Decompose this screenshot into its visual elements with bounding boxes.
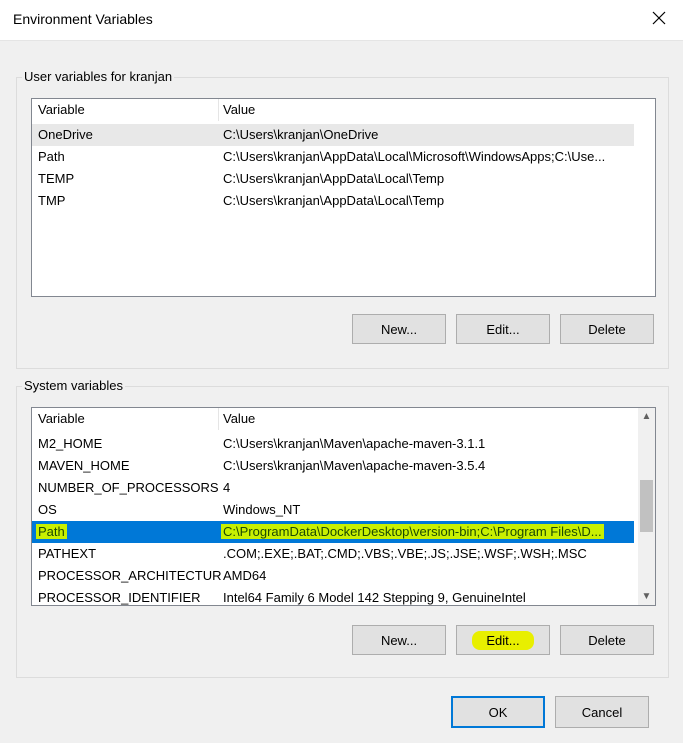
dialog-body: User variables for kranjan Variable Valu… — [0, 40, 683, 743]
header-variable[interactable]: Variable — [38, 411, 85, 426]
system-delete-button[interactable]: Delete — [560, 625, 654, 655]
table-row[interactable]: NUMBER_OF_PROCESSORS 4 — [32, 477, 634, 499]
scroll-down-icon[interactable]: ▼ — [638, 588, 655, 605]
variable-name: PROCESSOR_ARCHITECTURE — [38, 568, 222, 583]
variable-value: C:\Users\kranjan\AppData\Local\Temp — [223, 171, 445, 186]
variable-name: OneDrive — [38, 127, 93, 142]
table-row[interactable]: PATHEXT .COM;.EXE;.BAT;.CMD;.VBS;.VBE;.J… — [32, 543, 634, 565]
ok-button[interactable]: OK — [451, 696, 545, 728]
table-row[interactable]: TEMP C:\Users\kranjan\AppData\Local\Temp — [32, 168, 634, 190]
column-divider[interactable] — [218, 99, 219, 121]
title-bar: Environment Variables — [0, 0, 683, 40]
user-edit-button[interactable]: Edit... — [456, 314, 550, 344]
variable-value: C:\Users\kranjan\Maven\apache-maven-3.1.… — [223, 436, 486, 451]
variable-value: C:\Users\kranjan\OneDrive — [223, 127, 379, 142]
user-delete-button[interactable]: Delete — [560, 314, 654, 344]
user-variables-label: User variables for kranjan — [22, 69, 175, 84]
close-icon[interactable] — [649, 8, 669, 28]
variable-value: C:\ProgramData\DockerDesktop\version-bin… — [221, 524, 604, 539]
table-row[interactable]: Path C:\Users\kranjan\AppData\Local\Micr… — [32, 146, 634, 168]
header-value[interactable]: Value — [223, 411, 255, 426]
variable-value: AMD64 — [223, 568, 267, 583]
table-row[interactable]: OneDrive C:\Users\kranjan\OneDrive — [32, 124, 634, 146]
variable-value: C:\Users\kranjan\Maven\apache-maven-3.5.… — [223, 458, 486, 473]
window-title: Environment Variables — [13, 11, 153, 27]
cancel-button[interactable]: Cancel — [555, 696, 649, 728]
variable-name: PATHEXT — [38, 546, 97, 561]
variable-value: Intel64 Family 6 Model 142 Stepping 9, G… — [223, 590, 526, 605]
list-header: Variable Value — [32, 99, 655, 121]
variable-value: Windows_NT — [223, 502, 301, 517]
variable-name: PROCESSOR_IDENTIFIER — [38, 590, 201, 605]
variable-name: NUMBER_OF_PROCESSORS — [38, 480, 218, 495]
variable-value: C:\Users\kranjan\AppData\Local\Microsoft… — [223, 149, 606, 164]
user-new-button[interactable]: New... — [352, 314, 446, 344]
table-row[interactable]: MAVEN_HOME C:\Users\kranjan\Maven\apache… — [32, 455, 634, 477]
variable-name: Path — [36, 524, 67, 539]
system-variables-label: System variables — [22, 378, 125, 393]
variable-name: TMP — [38, 193, 66, 208]
table-row[interactable]: PROCESSOR_ARCHITECTURE AMD64 — [32, 565, 634, 587]
variable-name: TEMP — [38, 171, 75, 186]
list-header: Variable Value — [32, 408, 638, 430]
scroll-up-icon[interactable]: ▲ — [638, 408, 655, 425]
variable-name: OS — [38, 502, 57, 517]
table-row[interactable]: PROCESSOR_IDENTIFIER Intel64 Family 6 Mo… — [32, 587, 634, 605]
header-value[interactable]: Value — [223, 102, 255, 117]
system-edit-label: Edit... — [472, 630, 534, 650]
system-new-button[interactable]: New... — [352, 625, 446, 655]
column-divider[interactable] — [218, 408, 219, 430]
vertical-scrollbar[interactable]: ▲ ▼ — [638, 408, 655, 605]
header-variable[interactable]: Variable — [38, 102, 85, 117]
table-row-selected[interactable]: Path C:\ProgramData\DockerDesktop\versio… — [32, 521, 634, 543]
scroll-thumb[interactable] — [640, 480, 653, 532]
variable-name: Path — [38, 149, 65, 164]
table-row[interactable]: M2_HOME C:\Users\kranjan\Maven\apache-ma… — [32, 433, 634, 455]
system-variables-list[interactable]: Variable Value M2_HOME C:\Users\kranjan\… — [31, 407, 656, 606]
user-variables-list[interactable]: Variable Value OneDrive C:\Users\kranjan… — [31, 98, 656, 297]
variable-value: .COM;.EXE;.BAT;.CMD;.VBS;.VBE;.JS;.JSE;.… — [223, 546, 587, 561]
variable-value: 4 — [223, 480, 231, 495]
table-row[interactable]: TMP C:\Users\kranjan\AppData\Local\Temp — [32, 190, 634, 212]
system-edit-button[interactable]: Edit... — [456, 625, 550, 655]
variable-name: M2_HOME — [38, 436, 103, 451]
variable-value: C:\Users\kranjan\AppData\Local\Temp — [223, 193, 445, 208]
table-row[interactable]: OS Windows_NT — [32, 499, 634, 521]
variable-name: MAVEN_HOME — [38, 458, 130, 473]
